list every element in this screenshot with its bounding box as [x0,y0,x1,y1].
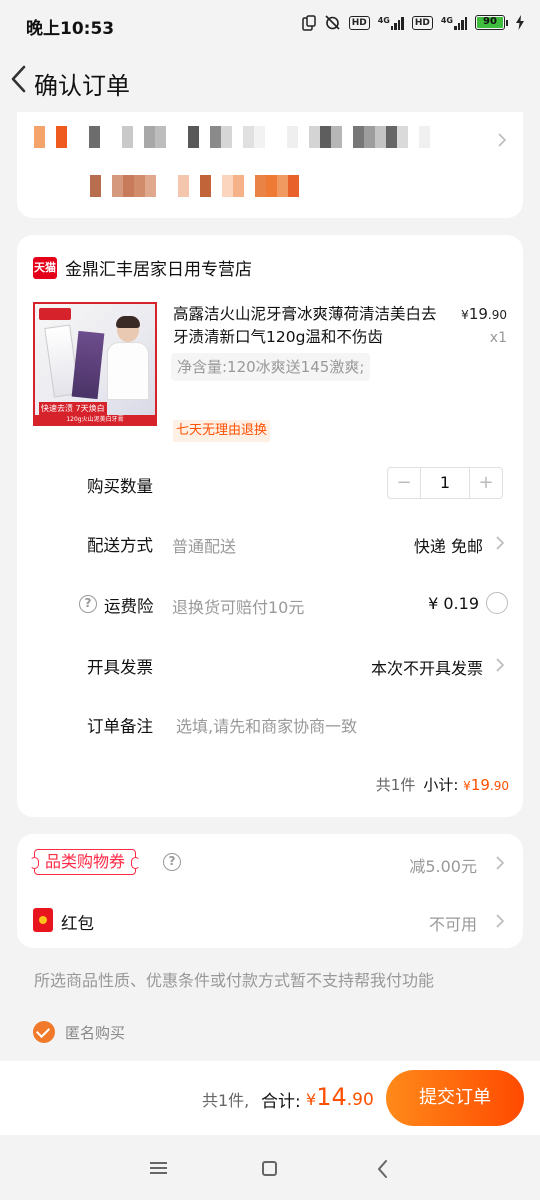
category-coupon-tag: 品类购物券 [29,849,141,875]
image-strip: 120g火山泥美白牙膏 [35,415,155,424]
menu-icon[interactable] [150,1162,167,1174]
delivery-value: 快递 免邮 [413,537,483,556]
subtotal: 共1件 小计: ¥19.90 [376,774,509,795]
product-title[interactable]: 高露洁火山泥牙膏冰爽薄荷清洁美白去牙渍清新口气120g温和不伤齿 [173,303,441,349]
charging-icon [516,15,524,30]
delivery-method: 普通配送 [172,537,237,556]
quantity-stepper: − 1 + [387,467,503,499]
product-price: ¥19.90 [461,305,507,323]
quantity-label: 购买数量 [87,477,153,496]
coupon-value: 减5.00元 [409,857,477,876]
signal-bars-icon [390,16,404,30]
increment-button[interactable]: + [470,468,502,498]
nav-bar: 确认订单 [0,52,540,110]
anonymous-label: 匿名购买 [65,1023,126,1042]
page-title: 确认订单 [34,72,130,100]
signal-1: 4G [378,16,404,30]
spokesperson-figure [105,314,151,400]
brand-logo [39,308,71,320]
battery-level: 90 [477,17,503,28]
total-label: 合计: [261,1092,301,1112]
invoice-label: 开具发票 [87,658,153,677]
check-icon[interactable] [33,1021,55,1043]
store-name: 金鼎汇丰居家日用专营店 [65,260,252,280]
insurance-desc: 退换货可赔付10元 [172,598,305,617]
battery-icon: 90 [475,15,508,30]
quantity-input[interactable]: 1 [420,468,470,498]
image-badge: 快速去渍 7天焕白 [39,402,107,416]
status-icons: HD 4G HD 4G 90 [301,14,524,31]
order-card: 天猫 金鼎汇丰居家日用专营店 快速去渍 7天焕白 120g火山泥美白牙膏 高露洁… [17,235,523,817]
signal-bars-icon [454,16,467,30]
help-icon[interactable]: ? [163,853,181,871]
submit-order-button[interactable]: 提交订单 [386,1070,524,1126]
red-packet-icon [33,908,53,932]
pay-for-me-notice: 所选商品性质、优惠条件或付款方式暂不支持帮我付功能 [34,971,435,990]
chevron-right-icon [498,133,507,147]
chevron-right-icon [496,856,505,870]
chevron-right-icon [496,536,505,550]
hd-badge-2: HD [411,15,433,30]
total-amount: ¥14.90 [306,1083,374,1111]
back-icon[interactable] [376,1159,390,1179]
chevron-right-icon [496,914,505,928]
address-card[interactable] [17,112,523,218]
item-count: 共1件 [375,776,416,794]
toothpaste-box [71,330,105,400]
store-header[interactable]: 天猫 金鼎汇丰居家日用专营店 [33,255,252,280]
subtotal-amount: ¥19.90 [463,776,509,794]
subtotal-label: 小计: [423,776,459,794]
home-icon[interactable] [262,1161,277,1176]
signal-2: 4G [441,16,467,30]
note-label: 订单备注 [87,717,153,736]
promo-card: 品类购物券 ? 减5.00元 红包 不可用 [17,834,523,948]
checkout-bar: 共1件, 合计: ¥14.90 提交订单 [0,1061,540,1135]
red-packet-value: 不可用 [428,915,477,934]
decrement-button[interactable]: − [388,468,420,498]
footer-item-count: 共1件, [202,1091,250,1110]
insurance-radio[interactable] [486,592,508,614]
red-packet-label: 红包 [61,914,94,933]
address-detail-mosaic [90,175,299,197]
return-policy-tag: 七天无理由退换 [173,420,271,442]
help-icon[interactable]: ? [79,595,97,613]
note-input[interactable]: 选填,请先和商家协商一致 [176,713,357,737]
product-spec[interactable]: 净含量:120冰爽送145激爽; [171,353,371,381]
screen-rotate-icon [301,14,316,31]
tmall-logo-icon: 天猫 [33,256,57,279]
product-quantity: x1 [489,330,507,346]
alarm-off-icon [325,15,340,30]
insurance-price: ¥ 0.19 [428,594,479,613]
system-nav-bar [0,1135,540,1200]
hd-badge-1: HD [348,15,370,30]
insurance-label: 运费险 [104,597,154,616]
status-time: 晚上10:53 [26,19,115,39]
delivery-label: 配送方式 [87,536,153,555]
product-image[interactable]: 快速去渍 7天焕白 120g火山泥美白牙膏 [33,302,157,426]
status-bar: 晚上10:53 HD 4G HD 4G 90 [0,0,540,52]
back-arrow-icon[interactable] [8,64,30,94]
anonymous-purchase[interactable]: 匿名购买 [33,1021,125,1043]
chevron-right-icon [496,658,505,672]
address-name-mosaic [34,126,430,148]
invoice-value: 本次不开具发票 [370,659,483,678]
